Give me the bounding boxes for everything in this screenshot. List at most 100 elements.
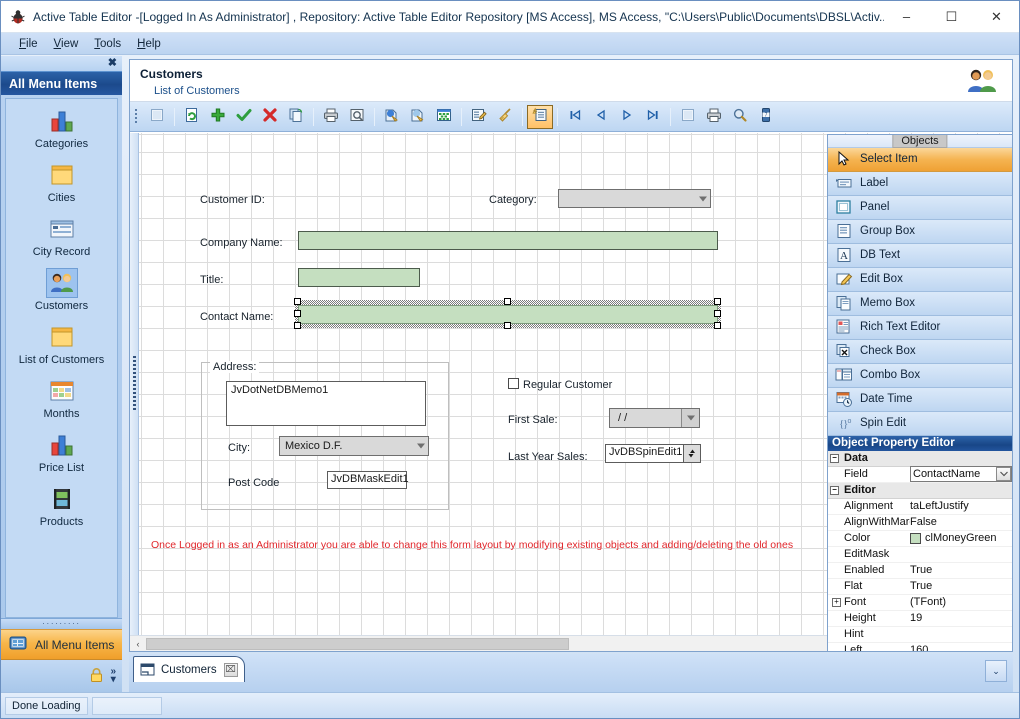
property-row-hint[interactable]: Hint: [828, 627, 1012, 643]
collapse-icon[interactable]: −: [830, 485, 839, 495]
property-row-field[interactable]: Field ContactName: [828, 466, 1012, 483]
property-row-flat[interactable]: Flat True: [828, 579, 1012, 595]
insert-record-button[interactable]: [205, 105, 231, 129]
resize-handle-w[interactable]: [294, 310, 301, 317]
resize-handle-e[interactable]: [714, 310, 721, 317]
palette-item-group-box[interactable]: Group Box: [828, 219, 1012, 244]
label-first-sale[interactable]: First Sale:: [508, 414, 558, 426]
property-row-enabled[interactable]: Enabled True: [828, 563, 1012, 579]
label-city[interactable]: City:: [228, 442, 250, 454]
document-tab-customers[interactable]: Customers ⌧: [133, 656, 245, 682]
palette-item-label[interactable]: Label: [828, 171, 1012, 196]
label-category[interactable]: Category:: [489, 194, 537, 206]
title-field[interactable]: [298, 268, 420, 287]
menu-help[interactable]: Help: [129, 36, 169, 52]
scroll-left-arrow[interactable]: ‹: [130, 639, 146, 649]
next-record-button[interactable]: [614, 105, 640, 129]
lock-icon[interactable]: [89, 667, 104, 686]
post-code-field[interactable]: JvDBMaskEdit1: [327, 471, 409, 489]
city-combo[interactable]: Mexico D.F.: [279, 436, 429, 456]
property-grid[interactable]: − Data Field ContactName − Editor Alignm…: [828, 450, 1012, 651]
label-post-code[interactable]: Post Code: [228, 477, 279, 489]
close-icon[interactable]: ✖: [108, 57, 117, 69]
export-file-button[interactable]: [405, 105, 431, 129]
expand-icon[interactable]: +: [832, 597, 841, 607]
resize-handle-sw[interactable]: [294, 322, 301, 329]
resize-handle-ne[interactable]: [714, 298, 721, 305]
resize-handle-s[interactable]: [504, 322, 511, 329]
label-company-name[interactable]: Company Name:: [200, 237, 283, 249]
property-category-editor[interactable]: − Editor: [828, 482, 1012, 499]
sidebar-item-customers[interactable]: Customers: [6, 261, 117, 315]
sidebar-expand-controls[interactable]: » ▾: [110, 667, 116, 685]
tab-scroll-button[interactable]: ⌄: [985, 660, 1007, 682]
clear-filter-button[interactable]: [492, 105, 518, 129]
menu-view[interactable]: View: [46, 36, 87, 52]
property-row-left[interactable]: Left 160: [828, 643, 1012, 651]
calendar-dropdown-button[interactable]: [681, 409, 699, 427]
label-address[interactable]: Address:: [210, 361, 260, 373]
resize-handle-se[interactable]: [714, 322, 721, 329]
property-value-color[interactable]: clMoneyGreen: [910, 532, 1012, 544]
sidebar-item-cities[interactable]: Cities: [6, 153, 117, 207]
toolbar-grip[interactable]: [134, 107, 141, 127]
category-combo[interactable]: [558, 189, 711, 208]
address-memo-field[interactable]: JvDotNetDBMemo1: [226, 381, 426, 426]
chevron-down-icon[interactable]: [996, 467, 1011, 482]
collapse-icon[interactable]: −: [830, 453, 839, 463]
property-row-font[interactable]: + Font (TFont): [828, 595, 1012, 611]
property-value-editor[interactable]: ContactName: [910, 466, 1012, 483]
palette-item-spin-edit[interactable]: {} o Spin Edit: [828, 411, 1012, 436]
menu-file[interactable]: File: [11, 36, 46, 52]
property-row-editmask[interactable]: EditMask: [828, 547, 1012, 563]
minimize-button[interactable]: –: [884, 1, 929, 32]
sidebar-item-city-record[interactable]: City Record: [6, 207, 117, 261]
property-row-alignment[interactable]: Alignment taLeftJustify: [828, 499, 1012, 515]
export-word-button[interactable]: [379, 105, 405, 129]
palette-item-combo-box[interactable]: Combo Box: [828, 363, 1012, 388]
property-row-alignwithmargins[interactable]: AlignWithMargins False: [828, 515, 1012, 531]
property-row-color[interactable]: Color clMoneyGreen: [828, 531, 1012, 547]
contact-name-field-selected[interactable]: [294, 298, 721, 329]
sidebar-splitter-grip[interactable]: ·········: [1, 618, 122, 629]
post-edit-button[interactable]: [231, 105, 257, 129]
label-title[interactable]: Title:: [200, 274, 223, 286]
print-button[interactable]: [318, 105, 344, 129]
palette-item-db-text[interactable]: A DB Text: [828, 243, 1012, 268]
palette-item-panel[interactable]: Panel: [828, 195, 1012, 220]
spin-edit-buttons[interactable]: [683, 444, 701, 463]
refresh-button[interactable]: [179, 105, 205, 129]
label-contact-name[interactable]: Contact Name:: [200, 311, 273, 323]
regular-customer-checkbox[interactable]: [508, 378, 519, 389]
export-excel-button[interactable]: [431, 105, 457, 129]
first-record-button[interactable]: [562, 105, 588, 129]
sidebar-item-price-list[interactable]: Price List: [6, 423, 117, 477]
palette-item-rich-text-editor[interactable]: Rich Text Editor: [828, 315, 1012, 340]
menu-tools[interactable]: Tools: [86, 36, 129, 52]
edit-form-button[interactable]: [466, 105, 492, 129]
last-record-button[interactable]: [640, 105, 666, 129]
maximize-button[interactable]: ☐: [929, 1, 974, 32]
designer-splitter[interactable]: [130, 133, 139, 635]
delete-record-button[interactable]: [257, 105, 283, 129]
label-regular-customer[interactable]: Regular Customer: [523, 379, 612, 391]
palette-item-edit-box[interactable]: Edit Box: [828, 267, 1012, 292]
sidebar-group-all-menu-items[interactable]: All Menu Items: [1, 629, 122, 660]
label-last-year-sales[interactable]: Last Year Sales:: [508, 451, 588, 463]
print-preview-button[interactable]: [344, 105, 370, 129]
sidebar-item-months[interactable]: Months: [6, 369, 117, 423]
copy-record-button[interactable]: [283, 105, 309, 129]
company-name-field[interactable]: [298, 231, 718, 250]
first-sale-datepicker[interactable]: / /: [609, 408, 700, 428]
last-year-sales-field[interactable]: JvDBSpinEdit1: [605, 444, 685, 463]
print-grid-button[interactable]: [701, 105, 727, 129]
sidebar-item-categories[interactable]: Categories: [6, 99, 117, 153]
property-row-height[interactable]: Height 19: [828, 611, 1012, 627]
new-record-button[interactable]: [144, 105, 170, 129]
palette-item-date-time[interactable]: Date Time: [828, 387, 1012, 412]
scroll-thumb[interactable]: [146, 637, 569, 650]
sort-button[interactable]: 7: [753, 105, 779, 129]
palette-item-select-item[interactable]: Select Item: [828, 147, 1012, 172]
sidebar-item-list-of-customers[interactable]: List of Customers: [6, 315, 117, 369]
close-button[interactable]: ✕: [974, 1, 1019, 32]
